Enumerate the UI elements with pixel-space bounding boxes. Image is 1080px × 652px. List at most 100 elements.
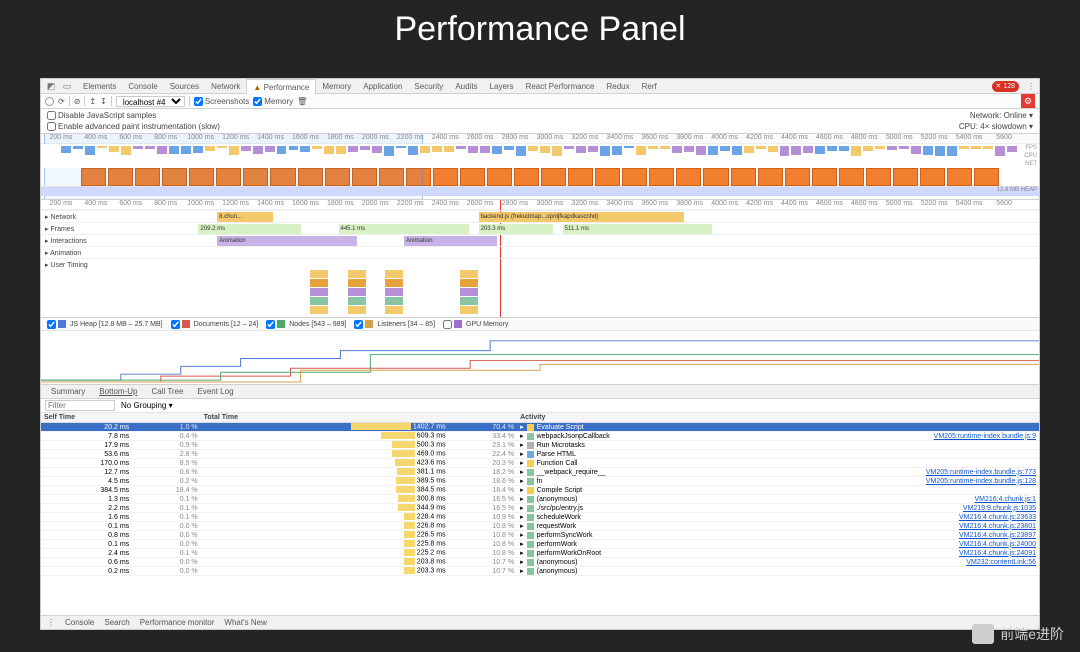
tab-console[interactable]: Console (122, 79, 163, 94)
screenshot-thumb[interactable] (541, 168, 566, 186)
tab-event-log[interactable]: Event Log (191, 385, 239, 399)
table-row[interactable]: 0.6 ms0.0 % 203.8 ms10.7 %▸(anonymous)VM… (41, 558, 1039, 567)
drawer-whats-new[interactable]: What's New (224, 618, 266, 627)
grouping-select[interactable]: No Grouping ▾ (121, 401, 173, 410)
screenshot-thumb[interactable] (947, 168, 972, 186)
mem-heap-checkbox[interactable] (47, 320, 56, 329)
screenshot-thumb[interactable] (514, 168, 539, 186)
screenshot-thumb[interactable] (568, 168, 593, 186)
target-select[interactable]: localhost #4 (116, 96, 185, 107)
bottom-up-table[interactable]: Self Time Total Time Activity 20.2 ms1.0 %… (41, 413, 1039, 615)
frame-segment[interactable]: 209.2 ms (198, 224, 301, 234)
tab-call-tree[interactable]: Call Tree (145, 385, 189, 399)
tab-summary[interactable]: Summary (45, 385, 91, 399)
column-header[interactable] (449, 413, 517, 423)
tab-audits[interactable]: Audits (449, 79, 483, 94)
screenshot-thumb[interactable] (866, 168, 891, 186)
screenshot-thumb[interactable] (920, 168, 945, 186)
screenshot-thumb[interactable] (974, 168, 999, 186)
tab-security[interactable]: Security (408, 79, 449, 94)
screenshot-thumb[interactable] (676, 168, 701, 186)
table-row[interactable]: 17.9 ms0.9 % 500.3 ms23.1 %▸Run Microtas… (41, 441, 1039, 450)
track-animation[interactable]: ▸ Animation (41, 246, 1039, 258)
frame-segment[interactable]: 203.3 ms (479, 224, 554, 234)
flame-chart[interactable] (105, 270, 1039, 330)
track-frames[interactable]: ▸ Frames 209.2 ms445.1 ms203.3 ms511.1 m… (41, 222, 1039, 234)
clear-icon[interactable]: ⊘ (74, 97, 81, 106)
screenshot-thumb[interactable] (893, 168, 918, 186)
drawer-perf-monitor[interactable]: Performance monitor (140, 618, 215, 627)
table-row[interactable]: 7.8 ms0.4 % 609.3 ms33.4 %▸webpackJsonpC… (41, 432, 1039, 441)
screenshot-thumb[interactable] (839, 168, 864, 186)
tab-redux[interactable]: Redux (600, 79, 635, 94)
screenshot-thumb[interactable] (595, 168, 620, 186)
table-row[interactable]: 1.6 ms0.1 % 228.4 ms10.9 %▸scheduleWorkV… (41, 513, 1039, 522)
screenshot-thumb[interactable] (460, 168, 485, 186)
tab-react[interactable]: React Performance (520, 79, 601, 94)
tab-layers[interactable]: Layers (484, 79, 520, 94)
error-badge[interactable]: ✕ 128 (992, 81, 1020, 92)
drawer-console[interactable]: Console (65, 618, 94, 627)
frame-segment[interactable]: 445.1 ms (339, 224, 470, 234)
table-row[interactable]: 0.2 ms0.0 % 203.3 ms10.7 %▸(anonymous) (41, 567, 1039, 576)
screenshot-thumb[interactable] (487, 168, 512, 186)
table-row[interactable]: 4.5 ms0.2 % 389.5 ms18.6 %▸fnVM205:runti… (41, 477, 1039, 486)
table-row[interactable]: 170.0 ms8.5 % 423.6 ms20.3 %▸Function Ca… (41, 459, 1039, 468)
tracks-panel[interactable]: 200 ms400 ms600 ms800 ms1000 ms1200 ms14… (41, 200, 1039, 318)
inspect-icon[interactable]: ◩ (45, 80, 57, 92)
table-row[interactable]: 1.3 ms0.1 % 300.8 ms16.5 %▸(anonymous)VM… (41, 495, 1039, 504)
table-row[interactable]: 53.6 ms2.8 % 469.0 ms22.4 %▸Parse HTML (41, 450, 1039, 459)
column-header[interactable]: Self Time (41, 413, 132, 423)
tab-application[interactable]: Application (357, 79, 408, 94)
screenshot-thumb[interactable] (703, 168, 728, 186)
table-row[interactable]: 20.2 ms1.0 % 1402.7 ms70.4 %▸Evaluate Sc… (41, 423, 1039, 432)
track-interactions[interactable]: ▸ Interactions Animation Animation (41, 234, 1039, 246)
column-header[interactable] (132, 413, 200, 423)
table-row[interactable]: 2.2 ms0.1 % 344.9 ms16.5 %▸./src/pc/entr… (41, 504, 1039, 513)
drawer-more-icon[interactable]: ⋮ (47, 618, 55, 627)
more-icon[interactable]: ⋮ (1027, 82, 1035, 91)
memory-chart[interactable] (41, 331, 1039, 385)
tab-network[interactable]: Network (205, 79, 246, 94)
network-select[interactable]: Online (1004, 111, 1027, 120)
table-row[interactable]: 0.1 ms0.0 % 225.8 ms10.8 %▸performWorkVM… (41, 540, 1039, 549)
disable-js-checkbox[interactable] (47, 111, 56, 120)
device-icon[interactable]: ▭ (61, 80, 73, 92)
record-button[interactable] (45, 97, 54, 106)
screenshot-thumb[interactable] (622, 168, 647, 186)
screenshot-thumb[interactable] (785, 168, 810, 186)
filter-input[interactable] (45, 400, 115, 411)
drawer-search[interactable]: Search (104, 618, 129, 627)
network-item[interactable]: backend.js (frekudmap...op/djfkapdkascnh… (479, 212, 684, 222)
advanced-paint-checkbox[interactable] (47, 122, 56, 131)
screenshot-thumb[interactable] (812, 168, 837, 186)
table-row[interactable]: 384.5 ms18.4 % 384.5 ms18.4 %▸Compile Sc… (41, 486, 1039, 495)
tab-elements[interactable]: Elements (77, 79, 122, 94)
anim-seg[interactable]: Animation (404, 236, 497, 246)
tab-memory[interactable]: Memory (316, 79, 357, 94)
overview-panel[interactable]: 200 ms400 ms600 ms800 ms1000 ms1200 ms14… (41, 134, 1039, 200)
table-row[interactable]: 0.1 ms0.0 % 226.8 ms10.8 %▸requestWorkVM… (41, 522, 1039, 531)
tab-sources[interactable]: Sources (164, 79, 205, 94)
track-usertiming[interactable]: ▸ User Timing (41, 258, 1039, 270)
screenshot-thumb[interactable] (649, 168, 674, 186)
anim-seg[interactable]: Animation (217, 236, 357, 246)
screenshot-thumb[interactable] (731, 168, 756, 186)
cpu-select[interactable]: 4× slowdown (980, 122, 1026, 131)
tab-bottom-up[interactable]: Bottom-Up (93, 385, 143, 399)
column-header[interactable]: Activity (517, 413, 753, 423)
settings-gear-icon[interactable]: ⚙ (1021, 94, 1035, 108)
reload-icon[interactable]: ⟳ (58, 97, 65, 106)
tab-rerf[interactable]: Rerf (636, 79, 663, 94)
column-header[interactable]: Total Time (201, 413, 449, 423)
table-row[interactable]: 2.4 ms0.1 % 225.2 ms10.8 %▸performWorkOn… (41, 549, 1039, 558)
load-icon[interactable]: ↥ (89, 97, 96, 106)
tab-performance[interactable]: ▲ Performance (246, 79, 316, 94)
memory-checkbox[interactable] (253, 97, 262, 106)
table-row[interactable]: 12.7 ms0.6 % 381.1 ms18.2 %▸__webpack_re… (41, 468, 1039, 477)
network-item[interactable]: 8.chun... (217, 212, 273, 222)
save-icon[interactable]: ↧ (100, 97, 107, 106)
screenshots-checkbox[interactable] (194, 97, 203, 106)
table-row[interactable]: 0.8 ms0.0 % 226.5 ms10.8 %▸performSyncWo… (41, 531, 1039, 540)
track-network[interactable]: ▸ Network 8.chun... backend.js (frekudma… (41, 210, 1039, 222)
